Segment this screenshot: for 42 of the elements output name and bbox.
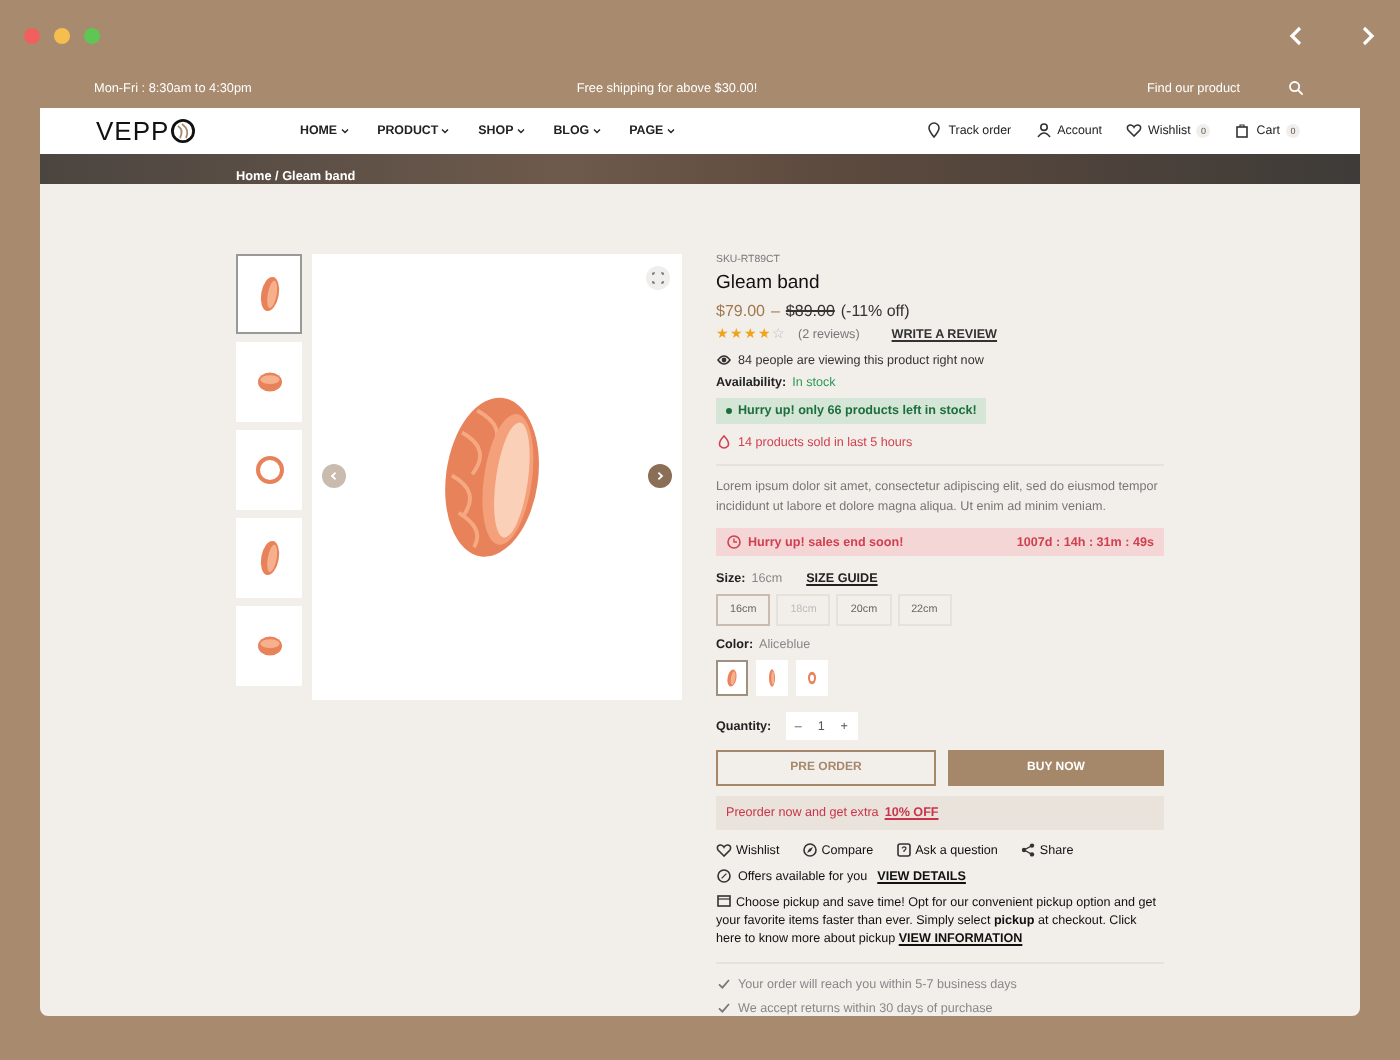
caret-icon bbox=[591, 125, 602, 136]
ring-image bbox=[808, 671, 816, 685]
ring-image bbox=[255, 456, 283, 484]
bag-icon bbox=[1234, 122, 1251, 139]
heart-icon bbox=[716, 842, 732, 858]
caret-icon bbox=[665, 125, 676, 136]
chevron-right-icon[interactable] bbox=[1360, 25, 1376, 45]
sale-price: $79.00 bbox=[716, 302, 765, 320]
question-icon bbox=[895, 842, 912, 858]
discount-label: (-11% off) bbox=[840, 302, 910, 320]
user-icon bbox=[1035, 122, 1052, 139]
product-title: Gleam band bbox=[716, 272, 822, 294]
share-icon bbox=[1019, 842, 1036, 858]
ring-image bbox=[257, 372, 281, 392]
compass-icon bbox=[801, 842, 818, 858]
chevron-left-icon[interactable] bbox=[322, 464, 346, 488]
chevron-right-icon[interactable] bbox=[648, 464, 672, 488]
ring-image bbox=[259, 540, 279, 576]
caret-icon bbox=[515, 125, 526, 136]
thumbnail[interactable] bbox=[236, 430, 302, 510]
original-price: $89.00 bbox=[785, 302, 835, 320]
thumbnail[interactable] bbox=[236, 518, 302, 598]
thumbnail[interactable] bbox=[236, 606, 302, 686]
logo-text[interactable]: VEPP bbox=[96, 115, 170, 146]
chevron-left-icon[interactable] bbox=[1288, 25, 1304, 45]
caret-icon bbox=[339, 125, 350, 136]
expand-icon[interactable] bbox=[646, 266, 670, 290]
color-swatch[interactable] bbox=[716, 660, 748, 696]
search-icon bbox=[1288, 80, 1304, 97]
ring-image bbox=[769, 669, 775, 687]
thumbnail[interactable] bbox=[236, 342, 302, 422]
heart-icon bbox=[1125, 122, 1142, 139]
ring-logo-icon bbox=[169, 117, 196, 144]
clock-icon bbox=[726, 534, 742, 550]
thumbnail[interactable] bbox=[236, 254, 302, 334]
ring-image bbox=[259, 276, 279, 312]
ring-image bbox=[727, 669, 737, 687]
price-separator: – bbox=[770, 302, 780, 320]
caret-icon bbox=[440, 125, 451, 136]
location-pin-icon bbox=[926, 122, 943, 139]
ring-image bbox=[257, 636, 281, 656]
eye-icon bbox=[716, 352, 732, 368]
